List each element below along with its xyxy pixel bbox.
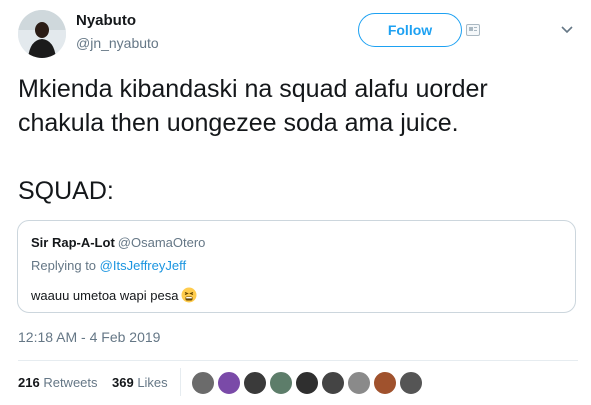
quoted-text: waauu umetoa wapi pesa [31,288,179,303]
author-display-name[interactable]: Nyabuto [76,12,136,29]
likes-stat[interactable]: 369 Likes [112,375,168,390]
stats-separator [180,368,181,396]
tweet-stats: 216 Retweets 369 Likes [18,375,168,390]
liker-avatar[interactable] [191,371,215,395]
quoted-display-name: Sir Rap-A-Lot [31,235,115,250]
retweets-count: 216 [18,375,40,390]
author-handle[interactable]: @jn_nyabuto [76,35,159,51]
quoted-tweet[interactable]: Sir Rap-A-Lot @OsamaOtero Replying to @It… [17,220,576,313]
chevron-down-icon[interactable] [560,22,574,36]
tweet-text: Mkienda kibandaski na squad alafu uorder… [18,75,488,205]
follow-options-icon[interactable] [466,24,480,36]
quoted-handle: @OsamaOtero [117,235,206,250]
liker-avatar[interactable] [269,371,293,395]
likes-count: 369 [111,375,134,390]
liker-avatar[interactable] [347,371,371,395]
liker-avatar[interactable] [295,371,319,395]
liker-avatar[interactable] [217,371,241,395]
quoted-text-line: waauu umetoa wapi pesa [31,287,197,303]
quoted-author[interactable]: Sir Rap-A-Lot @OsamaOtero [31,235,205,250]
tired-face-emoji-icon [181,287,197,303]
author-avatar[interactable] [18,10,66,58]
liker-avatars [191,371,425,395]
likes-label: Likes [137,375,168,390]
liker-avatar[interactable] [321,371,345,395]
liker-avatar[interactable] [373,371,397,395]
retweets-label: Retweets [43,375,98,390]
liker-avatar[interactable] [243,371,267,395]
tweet-timestamp[interactable]: 12:18 AM - 4 Feb 2019 [18,329,160,345]
replying-to-mention[interactable]: @ItsJeffreyJeff [100,258,186,273]
replying-to: Replying to @ItsJeffreyJeff [31,258,186,273]
divider [18,360,578,361]
liker-avatar[interactable] [399,371,423,395]
retweets-stat[interactable]: 216 Retweets [18,375,98,390]
replying-label: Replying to [31,258,97,273]
follow-button[interactable]: Follow [358,13,462,47]
